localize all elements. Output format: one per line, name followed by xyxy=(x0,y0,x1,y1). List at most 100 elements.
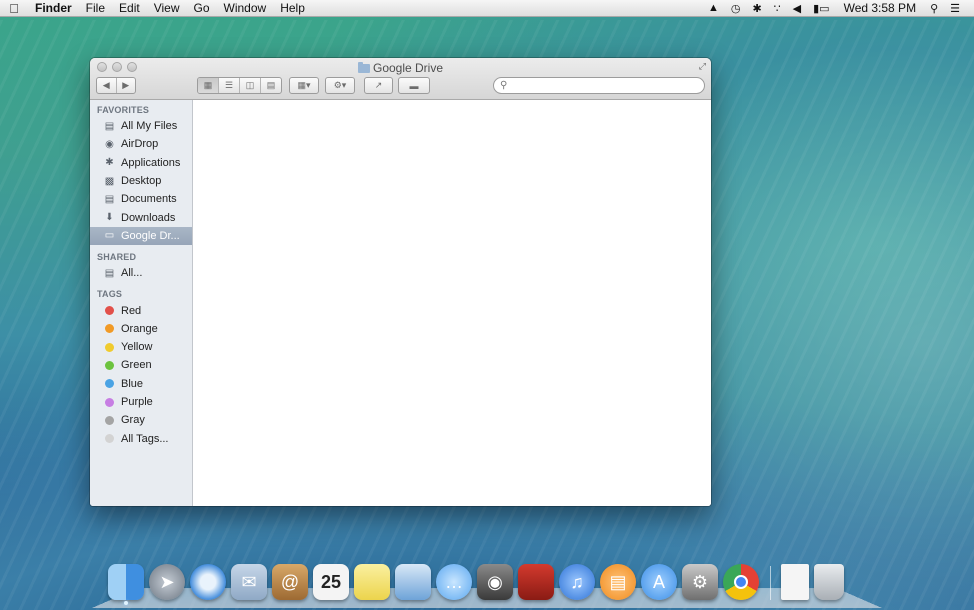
finder-window: Google Drive ⤢ ◀ ▶ ▦ ☰ ◫ ▤ ▦▾ ⚙▾ ↗ ▬ ⚲ F… xyxy=(90,58,711,506)
notification-center-icon[interactable]: ☰ xyxy=(944,2,966,15)
fullscreen-icon[interactable]: ⤢ xyxy=(699,61,706,72)
sidebar-item-label: Yellow xyxy=(121,341,153,354)
airdrop-icon: ◉ xyxy=(105,138,114,150)
arrange-icon: ▦▾ xyxy=(297,80,311,90)
sidebar-item-label: Desktop xyxy=(121,175,162,188)
window-title: Google Drive xyxy=(90,61,711,75)
tags-button[interactable]: ▬ xyxy=(398,77,430,94)
sidebar-item-shared-all[interactable]: ▤ All... xyxy=(90,264,192,282)
sidebar-item-label: Applications xyxy=(121,156,181,169)
search-input[interactable] xyxy=(511,79,692,92)
tag-dot-icon xyxy=(105,379,114,389)
sidebar-item-desktop[interactable]: ▩ Desktop xyxy=(90,172,192,190)
gear-icon: ⚙▾ xyxy=(333,80,347,90)
sidebar-item-label: Green xyxy=(121,359,152,372)
facetime-dock-icon[interactable]: ◉ xyxy=(477,564,513,600)
menu-file[interactable]: File xyxy=(79,1,112,15)
action-button[interactable]: ⚙▾ xyxy=(325,77,355,94)
sidebar-tag-red[interactable]: Red xyxy=(90,301,192,319)
menu-go[interactable]: Go xyxy=(187,1,217,15)
notes-dock-icon[interactable] xyxy=(354,564,390,600)
menu-bar:  Finder File Edit View Go Window Help ▲… xyxy=(0,0,974,17)
mail-dock-icon[interactable]: ✉ xyxy=(231,564,267,600)
sidebar-item-airdrop[interactable]: ◉ AirDrop xyxy=(90,135,192,153)
bluetooth-icon[interactable]: ✱ xyxy=(746,2,767,15)
launchpad-dock-icon[interactable]: ➤ xyxy=(149,564,185,600)
contacts-dock-icon[interactable]: @ xyxy=(272,564,308,600)
sidebar-tag-gray[interactable]: Gray xyxy=(90,411,192,429)
list-view-button[interactable]: ☰ xyxy=(219,78,240,93)
document-stack-icon[interactable] xyxy=(781,564,809,600)
itunes-dock-icon[interactable]: ♫ xyxy=(559,564,595,600)
sidebar: FAVORITES ▤ All My Files ◉ AirDrop ✱ App… xyxy=(90,100,193,506)
safari-dock-icon[interactable] xyxy=(190,564,226,600)
sidebar-item-documents[interactable]: ▤ Documents xyxy=(90,190,192,208)
sidebar-item-label: Gray xyxy=(121,414,145,427)
sidebar-item-label: Downloads xyxy=(121,211,176,224)
volume-icon[interactable]: ◀ xyxy=(787,2,807,15)
menu-finder[interactable]: Finder xyxy=(28,1,79,15)
ibooks-dock-icon[interactable]: ▤ xyxy=(600,564,636,600)
time-machine-icon[interactable]: ◷ xyxy=(725,2,747,15)
apple-menu-icon[interactable]:  xyxy=(0,1,28,16)
sidebar-tag-green[interactable]: Green xyxy=(90,356,192,374)
sidebar-tag-purple[interactable]: Purple xyxy=(90,393,192,411)
sidebar-item-label: All My Files xyxy=(121,120,178,133)
tag-dot-icon xyxy=(105,397,114,407)
finder-dock-icon[interactable] xyxy=(108,564,144,605)
arrange-button[interactable]: ▦▾ xyxy=(289,77,319,94)
nav-buttons: ◀ ▶ xyxy=(96,77,136,94)
sidebar-item-label: Purple xyxy=(121,396,153,408)
sidebar-tag-blue[interactable]: Blue xyxy=(90,375,192,393)
sidebar-item-label: All Tags... xyxy=(121,432,169,445)
sidebar-item-downloads[interactable]: ⬇ Downloads xyxy=(90,208,192,226)
battery-icon[interactable]: ▮▭ xyxy=(807,2,835,15)
preview-dock-icon[interactable] xyxy=(395,564,431,600)
trash-icon[interactable] xyxy=(814,564,844,600)
menu-window[interactable]: Window xyxy=(217,1,274,15)
applications-icon: ✱ xyxy=(105,157,114,169)
menu-view[interactable]: View xyxy=(147,1,187,15)
search-icon: ⚲ xyxy=(500,80,508,91)
sidebar-item-all-my-files[interactable]: ▤ All My Files xyxy=(90,117,192,135)
view-mode-group: ▦ ☰ ◫ ▤ xyxy=(197,77,282,94)
back-button[interactable]: ◀ xyxy=(97,78,117,93)
downloads-icon: ⬇ xyxy=(105,212,114,224)
sidebar-item-google-drive[interactable]: ▭ Google Dr... xyxy=(90,226,192,246)
column-view-button[interactable]: ◫ xyxy=(240,78,261,93)
toolbar: ◀ ▶ ▦ ☰ ◫ ▤ ▦▾ ⚙▾ ↗ ▬ ⚲ xyxy=(96,77,705,95)
sidebar-tag-yellow[interactable]: Yellow xyxy=(90,338,192,356)
chrome-dock-icon[interactable] xyxy=(723,564,759,600)
window-titlebar[interactable]: Google Drive ⤢ ◀ ▶ ▦ ☰ ◫ ▤ ▦▾ ⚙▾ ↗ ▬ ⚲ xyxy=(90,58,711,100)
sidebar-tag-all-tags[interactable]: All Tags... xyxy=(90,429,192,447)
share-icon: ↗ xyxy=(374,80,383,90)
app-store-dock-icon[interactable]: A xyxy=(641,564,677,600)
tag-dot-icon xyxy=(105,324,114,334)
wifi-icon[interactable]: ∵ xyxy=(768,2,787,15)
window-title-text: Google Drive xyxy=(372,61,444,75)
dock-separator xyxy=(770,566,771,600)
tag-dot-icon xyxy=(105,360,114,370)
search-field[interactable]: ⚲ xyxy=(493,77,705,94)
favorites-header: FAVORITES xyxy=(97,105,150,115)
icon-view-button[interactable]: ▦ xyxy=(198,78,219,93)
desktop-icon: ▩ xyxy=(104,175,115,187)
google-drive-status-icon[interactable]: ▲ xyxy=(702,2,725,14)
menu-clock[interactable]: Wed 3:58 PM xyxy=(836,1,924,15)
file-browser-content[interactable] xyxy=(194,100,711,506)
sidebar-item-applications[interactable]: ✱ Applications xyxy=(90,154,192,172)
sidebar-item-label: Blue xyxy=(121,377,144,390)
menu-edit[interactable]: Edit xyxy=(112,1,147,15)
spotlight-icon[interactable]: ⚲ xyxy=(924,2,944,15)
menu-help[interactable]: Help xyxy=(273,1,312,15)
calendar-dock-icon[interactable]: 25 xyxy=(313,564,349,600)
tags-header: TAGS xyxy=(97,289,123,300)
messages-dock-icon[interactable]: … xyxy=(436,564,472,600)
system-preferences-dock-icon[interactable]: ⚙ xyxy=(682,564,718,600)
photo-booth-dock-icon[interactable] xyxy=(518,564,554,600)
tag-dot-icon xyxy=(105,415,114,425)
sidebar-tag-orange[interactable]: Orange xyxy=(90,320,192,338)
coverflow-view-button[interactable]: ▤ xyxy=(261,78,281,93)
forward-button[interactable]: ▶ xyxy=(117,78,136,93)
share-button[interactable]: ↗ xyxy=(364,77,393,94)
